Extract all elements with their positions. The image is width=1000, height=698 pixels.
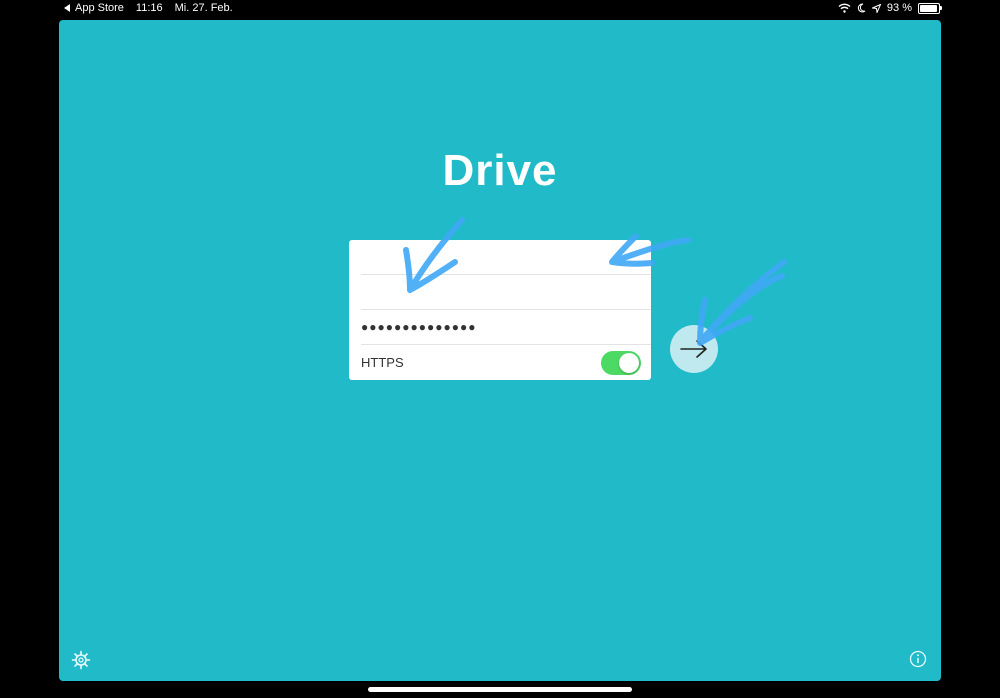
- login-go-button[interactable]: [670, 325, 718, 373]
- password-row[interactable]: ●●●●●●●●●●●●●●: [349, 310, 651, 345]
- battery-percent: 93 %: [886, 2, 912, 14]
- password-field[interactable]: ●●●●●●●●●●●●●●: [361, 320, 476, 334]
- status-bar: App Store 11:16 Mi. 27. Feb. 93 %: [0, 0, 1000, 18]
- app-screen: Drive ●●●●●●●●●●●●●● HTTPS: [59, 20, 941, 681]
- status-left: App Store 11:16 Mi. 27. Feb.: [64, 2, 233, 14]
- back-app-label: App Store: [75, 2, 124, 14]
- login-form: ●●●●●●●●●●●●●● HTTPS: [349, 240, 651, 380]
- info-icon: [909, 650, 927, 668]
- battery-icon: [918, 2, 942, 14]
- app-title: Drive: [442, 146, 558, 195]
- location-icon: [871, 3, 881, 13]
- toggle-knob: [619, 353, 639, 373]
- battery-fill: [920, 4, 937, 12]
- gear-icon: [71, 650, 91, 670]
- back-triangle-icon: [64, 4, 70, 12]
- https-label: HTTPS: [361, 355, 404, 370]
- host-input[interactable]: [361, 240, 639, 274]
- arrow-right-icon: [680, 340, 707, 358]
- username-input[interactable]: [361, 275, 639, 309]
- username-row: [349, 275, 651, 310]
- status-date: Mi. 27. Feb.: [174, 2, 233, 14]
- moon-icon: [857, 3, 866, 13]
- status-time: 11:16: [135, 2, 163, 14]
- wifi-icon: [838, 3, 851, 13]
- info-button[interactable]: [909, 650, 927, 668]
- settings-button[interactable]: [71, 650, 91, 670]
- https-row: HTTPS: [349, 345, 651, 380]
- back-to-app-link[interactable]: App Store: [64, 2, 124, 14]
- home-indicator[interactable]: [368, 687, 632, 692]
- status-right: 93 %: [838, 2, 942, 14]
- host-row: [349, 240, 651, 275]
- https-toggle[interactable]: [601, 351, 641, 375]
